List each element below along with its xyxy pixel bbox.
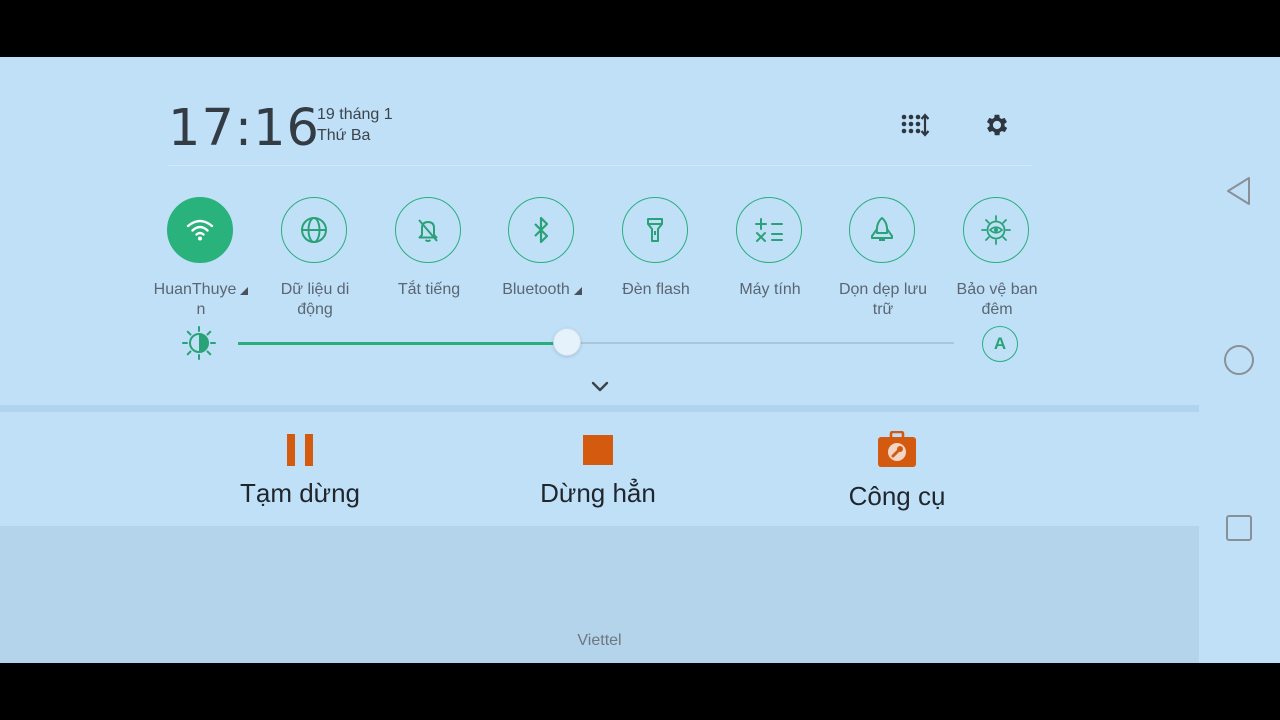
gear-icon[interactable] xyxy=(981,109,1013,141)
back-triangle-icon[interactable] xyxy=(1223,175,1255,207)
flashlight-icon xyxy=(622,197,688,263)
tile-label-line2: n xyxy=(196,301,206,318)
globe-icon xyxy=(281,197,347,263)
wifi-icon xyxy=(167,197,233,263)
tile-label: Tắt tiếng xyxy=(397,281,461,298)
stop-icon xyxy=(578,430,618,470)
brightness-slider-fill xyxy=(238,341,568,345)
tile-mute[interactable]: Tắt tiếng xyxy=(372,197,486,327)
date: 19 tháng 1 xyxy=(317,106,393,123)
navigation-bar xyxy=(1199,57,1280,663)
weekday: Thứ Ba xyxy=(317,127,371,144)
tile-label-line2: trữ xyxy=(872,301,894,318)
auto-brightness-button[interactable]: A xyxy=(982,326,1018,362)
panel-separator xyxy=(0,405,1199,412)
recents-square-icon[interactable] xyxy=(1223,512,1255,544)
tile-label: Bluetooth xyxy=(502,281,570,298)
tile-wifi[interactable]: HuanThuye n xyxy=(144,197,258,327)
notification-card: Tạm dừng Dừng hẳn Công cụ xyxy=(0,412,1199,526)
tile-storage-cleanup[interactable]: Dọn dẹp lưu trữ xyxy=(826,197,940,327)
carrier-name: Viettel xyxy=(577,632,622,649)
tile-flashlight[interactable]: Đèn flash xyxy=(599,197,713,327)
chevron-down-icon[interactable] xyxy=(588,375,612,397)
tile-bluetooth[interactable]: Bluetooth xyxy=(485,197,599,327)
stop-label: Dừng hẳn xyxy=(540,478,656,508)
quick-settings-panel: 17:16 19 tháng 1 Thứ Ba HuanThuye n Dữ l… xyxy=(0,57,1199,663)
rocket-icon xyxy=(849,197,915,263)
clock: 17:16 xyxy=(168,99,320,158)
bluetooth-icon xyxy=(508,197,574,263)
brightness-slider-thumb[interactable] xyxy=(553,328,582,356)
tools-button[interactable]: Công cụ xyxy=(747,412,1047,526)
menu-arrow-icon[interactable] xyxy=(240,287,249,295)
pause-button[interactable]: Tạm dừng xyxy=(150,412,450,526)
eye-protection-icon xyxy=(963,197,1029,263)
bell-off-icon xyxy=(395,197,461,263)
tile-label: Đèn flash xyxy=(622,281,690,298)
screen: 17:16 19 tháng 1 Thứ Ba HuanThuye n Dữ l… xyxy=(0,57,1280,663)
tile-label: Bảo vệ ban xyxy=(956,281,1038,298)
tile-label: HuanThuye xyxy=(153,281,237,298)
pause-icon xyxy=(280,430,320,470)
toolbox-icon xyxy=(877,430,917,470)
stop-button[interactable]: Dừng hẳn xyxy=(448,412,748,526)
tile-label: Dữ liệu di xyxy=(280,281,350,298)
tile-label: Dọn dẹp lưu xyxy=(838,281,928,298)
calculator-icon xyxy=(736,197,802,263)
tile-mobile-data[interactable]: Dữ liệu di động xyxy=(258,197,372,327)
brightness-icon xyxy=(182,326,216,360)
tile-label-line2: động xyxy=(297,301,333,318)
header-divider xyxy=(168,165,1032,166)
tile-night-protection[interactable]: Bảo vệ ban đêm xyxy=(940,197,1054,327)
brightness-slider[interactable] xyxy=(238,328,954,356)
tile-label-line2: đêm xyxy=(981,301,1013,318)
grid-edit-icon[interactable] xyxy=(899,109,931,141)
tile-label: Máy tính xyxy=(739,281,801,298)
pause-label: Tạm dừng xyxy=(239,478,360,508)
notification-area: Viettel xyxy=(0,526,1199,663)
menu-arrow-icon[interactable] xyxy=(573,287,582,295)
home-circle-icon[interactable] xyxy=(1223,344,1255,376)
tile-calculator[interactable]: Máy tính xyxy=(713,197,827,327)
tools-label: Công cụ xyxy=(848,481,946,511)
